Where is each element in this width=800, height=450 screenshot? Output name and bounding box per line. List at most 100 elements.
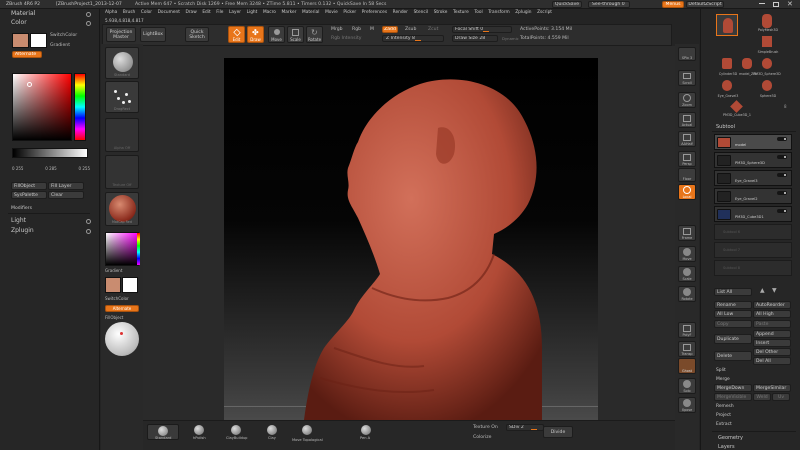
rotate-view-button[interactable]: Rotate — [678, 286, 696, 302]
material-menu-header[interactable]: Material — [11, 11, 35, 17]
m-toggle[interactable]: M — [370, 27, 374, 32]
zcut-button[interactable]: Zcut — [428, 27, 438, 32]
mergedown-button[interactable]: MergeDown — [714, 384, 752, 392]
shelf-alternate-button[interactable]: Alternate — [105, 305, 139, 312]
alpha-slot[interactable]: Alpha Off — [105, 118, 139, 152]
shelf-main-color[interactable] — [105, 277, 121, 293]
main-color-swatch[interactable] — [12, 33, 29, 48]
b-value[interactable]: 0 255 — [79, 166, 90, 172]
menu-tool[interactable]: Tool — [474, 10, 482, 15]
tool-item-polymesh3d[interactable]: PolyMesh3D — [756, 14, 778, 34]
subtool-row-7[interactable]: Subtool 7 — [714, 242, 792, 258]
quick-sketch-button[interactable]: Quick Sketch — [185, 27, 209, 42]
menu-transform[interactable]: Transform — [488, 10, 509, 15]
scale-view-button[interactable]: Scale — [678, 266, 696, 282]
tool-item-pm3d-sphere3d[interactable]: PM3D_Sphere3D — [753, 58, 781, 78]
texture-slot[interactable]: Texture Off — [105, 155, 139, 189]
autoreorder-button[interactable]: AutoReorder — [753, 301, 791, 309]
move-button[interactable]: Move — [268, 26, 285, 43]
clay-brush-icon[interactable] — [267, 425, 277, 435]
fillobject-button[interactable]: FillObject — [11, 182, 47, 190]
shelf-hue-bar[interactable] — [137, 233, 140, 265]
subtool-header[interactable]: Subtool — [716, 124, 735, 130]
scale-button[interactable]: Scale — [287, 26, 304, 43]
dynamic-toggle[interactable]: Dynamic — [502, 36, 519, 41]
rotate-button[interactable]: ↻ Rotate — [306, 26, 323, 43]
window-controls[interactable]: ✕ — [745, 0, 800, 9]
shelf-gradient-label[interactable]: Gradient — [105, 268, 122, 273]
menu-light[interactable]: Light — [247, 10, 258, 15]
del-all-button[interactable]: Del All — [753, 357, 791, 365]
subtool-row-5[interactable]: PM3D_Cube3D1 — [714, 206, 792, 222]
solo-button[interactable]: Solo — [678, 378, 696, 394]
copy-button[interactable]: Copy — [714, 320, 752, 328]
merge-header[interactable]: Merge — [716, 377, 730, 383]
g-value[interactable]: 0 285 — [45, 166, 56, 172]
projection-master-button[interactable]: Projection Master — [106, 27, 136, 42]
project-header[interactable]: Project — [716, 413, 731, 419]
menu-document[interactable]: Document — [158, 10, 180, 15]
claybuildup-brush-icon[interactable] — [231, 425, 241, 435]
gradient-button[interactable]: Gradient — [50, 43, 70, 48]
divide-button[interactable]: Divide — [543, 426, 573, 438]
menu-file[interactable]: File — [216, 10, 223, 15]
subtool-row-1[interactable]: model — [714, 134, 792, 150]
insert-button[interactable]: Insert — [753, 339, 791, 347]
subtool-up-arrow-icon[interactable]: ▲ — [760, 287, 765, 294]
weld-button[interactable]: Weld — [753, 393, 771, 401]
maximize-icon[interactable] — [773, 1, 779, 7]
menu-render[interactable]: Render — [393, 10, 408, 15]
alternate-button[interactable]: Alternate — [12, 51, 42, 58]
menu-movie[interactable]: Movie — [325, 10, 338, 15]
colorize-toggle[interactable]: Colorize — [473, 435, 492, 440]
tool-item-pm3d-cube3d[interactable]: PM3D_Cube3D_1 — [723, 100, 751, 120]
hpolish-brush-icon[interactable] — [194, 425, 204, 435]
menu-marker[interactable]: Marker — [282, 10, 297, 15]
shelf-color-picker[interactable] — [105, 232, 140, 266]
seethrough-slider[interactable]: See-through 0 — [588, 1, 630, 8]
sdiv-slider[interactable]: SDiv 2 — [506, 424, 544, 431]
tool-item-eye-gravel3[interactable]: Eye_Gravel3 — [716, 80, 738, 100]
menu-material[interactable]: Material — [302, 10, 319, 15]
quicksave-button[interactable]: QuickSave — [552, 1, 582, 8]
sculpted-bust-model[interactable] — [224, 58, 598, 420]
mergevisible-button[interactable]: MergeVisible — [714, 393, 752, 401]
transp-button[interactable]: Transp — [678, 341, 696, 357]
spix-button[interactable]: SPix 3 — [678, 47, 696, 61]
brush-slot[interactable]: Standard — [105, 47, 139, 79]
edit-button[interactable]: Edit — [228, 26, 245, 43]
menu-picker[interactable]: Picker — [343, 10, 356, 15]
texture-on-toggle[interactable]: Texture On — [473, 425, 498, 430]
move-topological-brush-icon[interactable] — [302, 425, 312, 435]
subtool-3-visibility-toggle[interactable] — [777, 173, 787, 177]
subtool-4-visibility-toggle[interactable] — [777, 191, 787, 195]
persp-button[interactable]: Persp — [678, 151, 696, 167]
switch-color-button[interactable]: SwitchColor — [50, 33, 77, 38]
shelf-white-sphere-icon[interactable] — [105, 322, 139, 356]
append-button[interactable]: Append — [753, 330, 791, 338]
menu-edit[interactable]: Edit — [202, 10, 210, 15]
shelf-switch-color[interactable]: SwitchColor — [105, 296, 129, 301]
aahalf-button[interactable]: AAHalf — [678, 131, 696, 147]
menu-color[interactable]: Color — [141, 10, 152, 15]
pen-a-brush-icon[interactable] — [361, 425, 371, 435]
delete-button[interactable]: Delete — [714, 351, 752, 361]
menu-brush[interactable]: Brush — [123, 10, 135, 15]
zadd-button[interactable]: Zadd — [382, 26, 398, 33]
rename-button[interactable]: Rename — [714, 301, 752, 309]
extract-header[interactable]: Extract — [716, 422, 732, 428]
menu-zscript[interactable]: Zscript — [537, 10, 552, 15]
del-other-button[interactable]: Del Other — [753, 348, 791, 356]
minimize-icon[interactable] — [759, 3, 765, 4]
duplicate-button[interactable]: Duplicate — [714, 334, 752, 344]
light-menu-header[interactable]: Light — [11, 218, 26, 224]
secondary-color-swatch[interactable] — [30, 33, 47, 48]
local-button[interactable]: Local — [678, 184, 696, 200]
draw-button[interactable]: ✤ Draw — [247, 26, 264, 43]
subtool-row-2[interactable]: PM3D_Sphere3D — [714, 152, 792, 168]
shelf-secondary-color[interactable] — [122, 277, 138, 293]
paste-button[interactable]: Paste — [753, 320, 791, 328]
mergesimilar-button[interactable]: MergeSimilar — [753, 384, 791, 392]
color-menu-header[interactable]: Color — [11, 20, 27, 26]
r-value[interactable]: 0 255 — [12, 166, 23, 172]
